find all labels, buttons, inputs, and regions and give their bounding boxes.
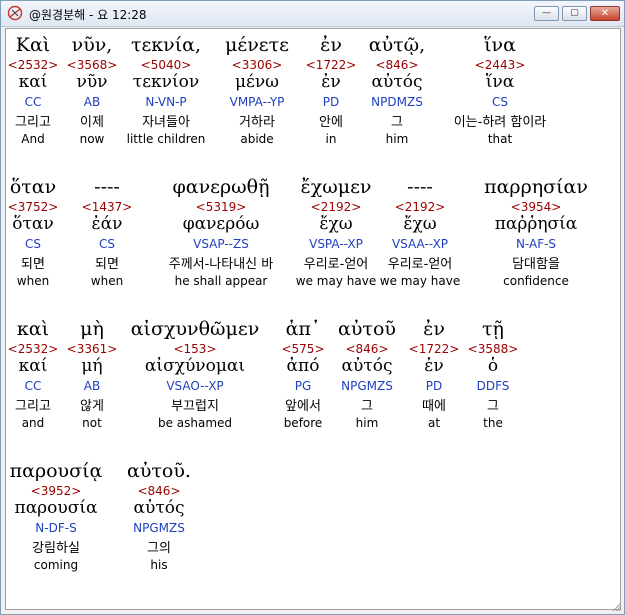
- interlinear-panel[interactable]: Καὶ <2532> καί CC 그리고 And νῦν, <3568> νῦν AB 이제 now…: [5, 28, 621, 610]
- lemma: παῤῥησία: [494, 214, 578, 234]
- korean-gloss: 그: [487, 399, 499, 414]
- close-button[interactable]: ✕: [590, 6, 620, 21]
- minimize-icon: —: [542, 8, 551, 18]
- lemma: αὐτός: [133, 498, 185, 518]
- morphology-code: NPGMZS: [133, 521, 185, 535]
- morphology-code: CS: [492, 95, 508, 109]
- lemma: ἵνα: [485, 72, 515, 92]
- greek-word: παρρησίαν: [484, 176, 588, 198]
- greek-word: τῇ: [482, 318, 504, 340]
- maximize-button[interactable]: ▢: [562, 6, 587, 21]
- greek-word: αὐτοῦ.: [127, 460, 191, 482]
- maximize-icon: ▢: [570, 8, 579, 18]
- greek-word: ἵνα: [484, 34, 516, 56]
- strong-number[interactable]: <846>: [84, 483, 234, 499]
- app-logo-icon: [7, 5, 23, 21]
- english-gloss: confidence: [503, 274, 569, 288]
- english-gloss: the: [483, 416, 503, 430]
- close-icon: ✕: [600, 7, 610, 19]
- interlinear-window: @원경분해 - 요 12:28 — ▢ ✕ Καὶ <2532> καί CC 그리고 A…: [0, 0, 625, 615]
- morphology-code: DDFS: [476, 379, 510, 393]
- strong-number[interactable]: <3588>: [418, 341, 568, 357]
- english-gloss: that: [487, 132, 513, 146]
- korean-gloss: 그의: [147, 541, 171, 556]
- title-bar[interactable]: @원경분해 - 요 12:28 — ▢ ✕: [1, 1, 624, 27]
- english-gloss: his: [150, 558, 168, 572]
- lemma: ὁ: [487, 356, 499, 376]
- minimize-button[interactable]: —: [534, 6, 559, 21]
- window-title: @원경분해 - 요 12:28: [29, 8, 147, 22]
- korean-gloss: 담대함을: [512, 257, 560, 272]
- strong-number[interactable]: <3954>: [461, 199, 611, 215]
- resize-grip-icon[interactable]: [612, 602, 622, 612]
- korean-gloss: 이는-하려 함이라: [453, 115, 547, 130]
- strong-number[interactable]: <2443>: [425, 57, 575, 73]
- morphology-code: N-AF-S: [515, 237, 557, 251]
